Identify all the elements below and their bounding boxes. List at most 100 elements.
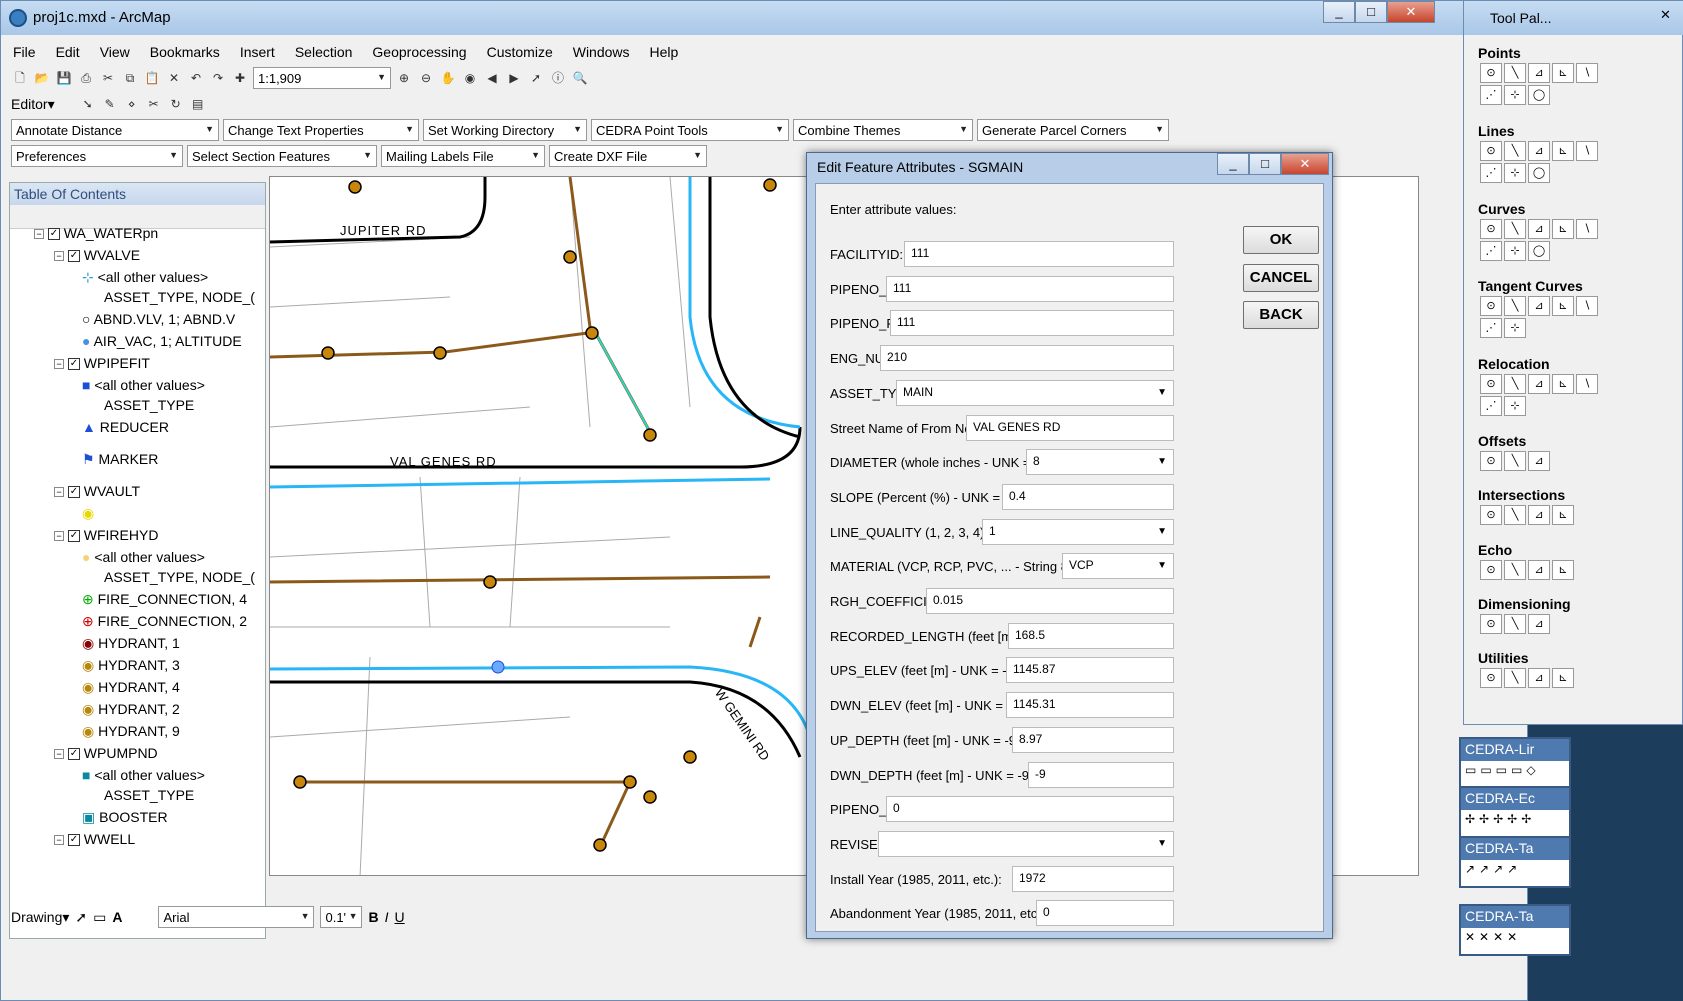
palette-tool-icon[interactable]: ⋰ — [1480, 318, 1502, 338]
palette-tool-icon[interactable]: ⊿ — [1528, 374, 1550, 394]
palette-tool-icon[interactable]: ⊙ — [1480, 614, 1502, 634]
palette-tool-icon[interactable]: ⋰ — [1480, 163, 1502, 183]
change-text-properties-combo[interactable]: Change Text Properties — [223, 119, 419, 141]
palette-tool-icon[interactable]: ⊾ — [1552, 374, 1574, 394]
palette-tool-icon[interactable]: ⊾ — [1552, 505, 1574, 525]
cedra-tool-icons[interactable]: ✕✕✕✕ — [1461, 928, 1569, 954]
mailing-labels-file-combo[interactable]: Mailing Labels File — [381, 145, 545, 167]
rectangle-icon[interactable]: ▭ — [93, 909, 106, 926]
cedra-tool-icons[interactable]: ▭▭▭▭◇ — [1461, 761, 1569, 787]
edit-tool-icon[interactable]: ➘ — [79, 95, 97, 113]
copy-icon[interactable]: ⧉ — [121, 69, 139, 87]
palette-tool-icon[interactable]: ⊿ — [1528, 505, 1550, 525]
palette-tool-icon[interactable]: ⋰ — [1480, 85, 1502, 105]
drawing-menu[interactable]: Drawing▾ — [11, 909, 69, 926]
field-input[interactable]: 1972 — [1012, 865, 1174, 892]
field-input[interactable]: 0 — [886, 796, 1174, 823]
field-select[interactable]: 1 — [982, 518, 1174, 545]
palette-tool-icon[interactable]: ⊾ — [1552, 668, 1574, 688]
palette-tool-icon[interactable]: ⊙ — [1480, 451, 1502, 471]
new-icon[interactable]: 🗋 — [11, 69, 29, 87]
set-working-directory-combo[interactable]: Set Working Directory — [423, 119, 587, 141]
palette-tool-icon[interactable]: ⊿ — [1528, 614, 1550, 634]
underline-icon[interactable]: U — [395, 909, 405, 925]
layer-group[interactable]: − ✓ WA_WATERpn — [34, 223, 158, 243]
cedra-window-title[interactable]: CEDRA-Ec — [1461, 788, 1569, 810]
globe-icon[interactable]: ◉ — [461, 69, 479, 87]
combine-themes-combo[interactable]: Combine Themes — [793, 119, 973, 141]
close-button[interactable]: ✕ — [1387, 1, 1435, 23]
palette-tool-icon[interactable]: ⊙ — [1480, 141, 1502, 161]
menu-view[interactable]: View — [88, 39, 138, 60]
palette-tool-icon[interactable]: ⊾ — [1552, 63, 1574, 83]
palette-tool-icon[interactable]: ⊹ — [1504, 163, 1526, 183]
attributes-icon[interactable]: ▤ — [189, 95, 207, 113]
palette-tool-icon[interactable]: ╲ — [1504, 296, 1526, 316]
field-input[interactable]: 168.5 — [1008, 622, 1174, 649]
palette-tool-icon[interactable]: ⋰ — [1480, 396, 1502, 416]
menu-insert[interactable]: Insert — [228, 39, 283, 60]
palette-tool-icon[interactable]: ⊿ — [1528, 219, 1550, 239]
palette-tool-icon[interactable]: ∖ — [1576, 374, 1598, 394]
field-input[interactable]: 8.97 — [1012, 726, 1174, 753]
preferences-combo[interactable]: Preferences — [11, 145, 183, 167]
field-select[interactable] — [878, 830, 1174, 857]
palette-tool-icon[interactable]: ⊹ — [1504, 85, 1526, 105]
menu-file[interactable]: File — [1, 39, 44, 60]
field-input[interactable]: 0.4 — [1002, 483, 1174, 510]
menu-bookmarks[interactable]: Bookmarks — [138, 39, 228, 60]
annotate-distance-combo[interactable]: Annotate Distance — [11, 119, 219, 141]
palette-tool-icon[interactable]: ⊹ — [1504, 241, 1526, 261]
palette-tool-icon[interactable]: ⊾ — [1552, 219, 1574, 239]
palette-tool-icon[interactable]: ⊾ — [1552, 296, 1574, 316]
field-input[interactable]: 111 — [886, 275, 1174, 302]
undo-icon[interactable]: ↶ — [187, 69, 205, 87]
palette-tool-icon[interactable]: ╲ — [1504, 63, 1526, 83]
palette-tool-icon[interactable]: ∖ — [1576, 296, 1598, 316]
palette-tool-icon[interactable]: ◯ — [1528, 85, 1550, 105]
back-button[interactable]: BACK — [1243, 301, 1319, 329]
ok-button[interactable]: OK — [1243, 226, 1319, 254]
layer-wpipefit[interactable]: − ✓ WPIPEFIT — [54, 353, 150, 373]
select-icon[interactable]: ➚ — [527, 69, 545, 87]
palette-tool-icon[interactable]: ⊙ — [1480, 668, 1502, 688]
zoom-in-icon[interactable]: ⊕ — [395, 69, 413, 87]
zoom-out-icon[interactable]: ⊖ — [417, 69, 435, 87]
delete-icon[interactable]: ✕ — [165, 69, 183, 87]
layer-wvalve[interactable]: − ✓ WVALVE — [54, 245, 140, 265]
palette-tool-icon[interactable]: ◯ — [1528, 241, 1550, 261]
generate-parcel-corners-combo[interactable]: Generate Parcel Corners — [977, 119, 1169, 141]
cedra-window-title[interactable]: CEDRA-Lir — [1461, 739, 1569, 761]
palette-tool-icon[interactable]: ⊙ — [1480, 63, 1502, 83]
palette-tool-icon[interactable]: ⊿ — [1528, 560, 1550, 580]
cut-icon[interactable]: ✂ — [99, 69, 117, 87]
add-data-icon[interactable]: ✚ — [231, 69, 249, 87]
font-size-combo[interactable]: 0.1' — [320, 906, 363, 928]
maximize-button[interactable]: □ — [1355, 1, 1387, 23]
pointer-icon[interactable]: ➚ — [75, 909, 87, 926]
cedra-window-title[interactable]: CEDRA-Ta — [1461, 838, 1569, 860]
layer-wwell[interactable]: − ✓ WWELL — [54, 829, 135, 849]
palette-tool-icon[interactable]: ⊹ — [1504, 318, 1526, 338]
dialog-maximize-button[interactable]: □ — [1249, 153, 1281, 175]
dialog-minimize-button[interactable]: _ — [1217, 153, 1249, 175]
field-input[interactable]: 1145.31 — [1006, 692, 1174, 719]
field-input[interactable]: 210 — [880, 345, 1174, 372]
redo-icon[interactable]: ↷ — [209, 69, 227, 87]
palette-tool-icon[interactable]: ⊿ — [1528, 451, 1550, 471]
field-input[interactable]: 111 — [890, 310, 1174, 337]
print-icon[interactable]: ⎙ — [77, 69, 95, 87]
cedra-tool-icons[interactable]: ✢✢✢✢✢ — [1461, 810, 1569, 836]
sketch-icon[interactable]: ✎ — [101, 95, 119, 113]
palette-tool-icon[interactable]: ╲ — [1504, 374, 1526, 394]
palette-tool-icon[interactable]: ⊿ — [1528, 63, 1550, 83]
field-input[interactable]: 0 — [1036, 900, 1174, 927]
palette-tool-icon[interactable]: ╲ — [1504, 141, 1526, 161]
field-select[interactable]: 8 — [1026, 449, 1174, 476]
split-icon[interactable]: ✂ — [145, 95, 163, 113]
field-select[interactable]: VCP — [1062, 553, 1174, 580]
editor-menu[interactable]: Editor▾ — [11, 96, 55, 113]
menu-geoprocessing[interactable]: Geoprocessing — [360, 39, 474, 60]
palette-tool-icon[interactable]: ⊙ — [1480, 505, 1502, 525]
palette-tool-icon[interactable]: ⊙ — [1480, 296, 1502, 316]
